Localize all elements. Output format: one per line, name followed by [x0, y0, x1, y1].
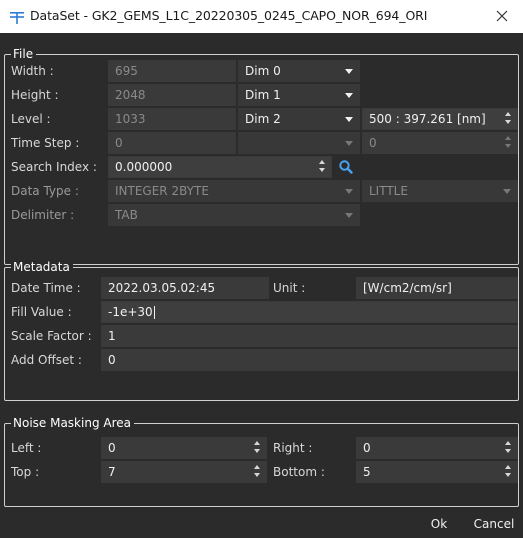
- left-right-row: Left : 0 Right : 0: [5, 436, 518, 460]
- cancel-button[interactable]: Cancel: [468, 510, 520, 538]
- date-time-field[interactable]: 2022.03.05.02:45: [101, 277, 269, 299]
- chevron-down-icon: [345, 189, 353, 194]
- close-icon[interactable]: [489, 4, 515, 28]
- level-label: Level :: [11, 112, 51, 126]
- top-spinbox[interactable]: 7: [101, 461, 267, 483]
- button-bar: Ok Cancel: [0, 510, 523, 538]
- endian-select[interactable]: LITTLE: [362, 180, 518, 202]
- delimiter-label: Delimiter :: [11, 208, 75, 222]
- height-label: Height :: [11, 88, 59, 102]
- scale-factor-field[interactable]: 1: [101, 325, 518, 347]
- add-offset-field[interactable]: 0: [101, 349, 518, 371]
- date-time-label: Date Time :: [11, 281, 81, 295]
- spin-arrows-icon[interactable]: [505, 441, 513, 455]
- delimiter-row: Delimiter : TAB: [5, 203, 518, 227]
- top-label: Top :: [11, 465, 40, 479]
- spin-arrows-icon[interactable]: [254, 441, 262, 455]
- height-dim-select[interactable]: Dim 1: [238, 84, 360, 106]
- ok-button[interactable]: Ok: [422, 510, 456, 538]
- search-index-spinbox[interactable]: 0.000000: [108, 156, 332, 178]
- level-dim-select[interactable]: Dim 2: [238, 108, 360, 130]
- delimiter-select[interactable]: TAB: [108, 204, 360, 226]
- chevron-down-icon: [345, 69, 353, 74]
- text-cursor: [153, 306, 155, 319]
- chevron-down-icon: [345, 141, 353, 146]
- spin-arrows-icon[interactable]: [319, 160, 327, 174]
- level-row: Level : 1033 Dim 2 500 : 397.261 [nm]: [5, 107, 518, 131]
- bottom-label: Bottom :: [273, 465, 325, 479]
- dataset-dialog: File Width : 695 Dim 0 Height : 2048 Dim…: [0, 33, 523, 538]
- fill-value-label: Fill Value :: [11, 305, 72, 319]
- width-field[interactable]: 695: [108, 60, 236, 82]
- level-field[interactable]: 1033: [108, 108, 236, 130]
- height-row: Height : 2048 Dim 1: [5, 83, 518, 107]
- data-type-row: Data Type : INTEGER 2BYTE LITTLE: [5, 179, 518, 203]
- title-bar: DataSet - GK2_GEMS_L1C_20220305_0245_CAP…: [0, 0, 523, 33]
- spin-arrows-icon[interactable]: [505, 136, 513, 150]
- data-type-label: Data Type :: [11, 184, 79, 198]
- search-index-label: Search Index :: [11, 160, 97, 174]
- fill-value-row: Fill Value : -1e+30: [5, 300, 518, 324]
- time-step-label: Time Step :: [11, 136, 80, 150]
- chevron-down-icon: [345, 213, 353, 218]
- data-type-select[interactable]: INTEGER 2BYTE: [108, 180, 360, 202]
- top-bottom-row: Top : 7 Bottom : 5: [5, 460, 518, 484]
- left-spinbox[interactable]: 0: [101, 437, 267, 459]
- scale-factor-row: Scale Factor : 1: [5, 324, 518, 348]
- chevron-down-icon: [503, 189, 511, 194]
- add-offset-row: Add Offset : 0: [5, 348, 518, 372]
- metadata-group-title: Metadata: [11, 259, 73, 275]
- unit-field[interactable]: [W/cm2/cm/sr]: [356, 277, 518, 299]
- right-spinbox[interactable]: 0: [356, 437, 518, 459]
- noise-masking-group-title: Noise Masking Area: [11, 415, 134, 431]
- width-label: Width :: [11, 64, 54, 78]
- file-group: File Width : 695 Dim 0 Height : 2048 Dim…: [4, 46, 519, 265]
- width-row: Width : 695 Dim 0: [5, 59, 518, 83]
- spin-arrows-icon[interactable]: [254, 465, 262, 479]
- chevron-down-icon: [345, 117, 353, 122]
- window-title: DataSet - GK2_GEMS_L1C_20220305_0245_CAP…: [30, 8, 428, 23]
- height-field[interactable]: 2048: [108, 84, 236, 106]
- noise-masking-group: Noise Masking Area Left : 0 Right : 0 To…: [4, 415, 519, 507]
- spin-arrows-icon[interactable]: [505, 465, 513, 479]
- unit-label: Unit :: [273, 281, 306, 295]
- width-dim-select[interactable]: Dim 0: [238, 60, 360, 82]
- bottom-spinbox[interactable]: 5: [356, 461, 518, 483]
- dataset-icon: [10, 10, 24, 24]
- search-icon[interactable]: [337, 158, 355, 176]
- scale-factor-label: Scale Factor :: [11, 329, 92, 343]
- metadata-group: Metadata Date Time : 2022.03.05.02:45 Un…: [4, 259, 519, 401]
- chevron-down-icon: [345, 93, 353, 98]
- level-wavelength-spinbox[interactable]: 500 : 397.261 [nm]: [362, 108, 518, 130]
- right-label: Right :: [273, 441, 313, 455]
- add-offset-label: Add Offset :: [11, 353, 82, 367]
- time-step-spinbox[interactable]: 0: [362, 132, 518, 154]
- date-time-row: Date Time : 2022.03.05.02:45 Unit : [W/c…: [5, 276, 518, 300]
- time-step-dim-select[interactable]: [238, 132, 360, 154]
- search-index-row: Search Index : 0.000000: [5, 155, 518, 179]
- fill-value-field[interactable]: -1e+30: [101, 301, 518, 323]
- time-step-row: Time Step : 0 0: [5, 131, 518, 155]
- spin-arrows-icon[interactable]: [505, 112, 513, 126]
- time-step-field[interactable]: 0: [108, 132, 236, 154]
- left-label: Left :: [11, 441, 42, 455]
